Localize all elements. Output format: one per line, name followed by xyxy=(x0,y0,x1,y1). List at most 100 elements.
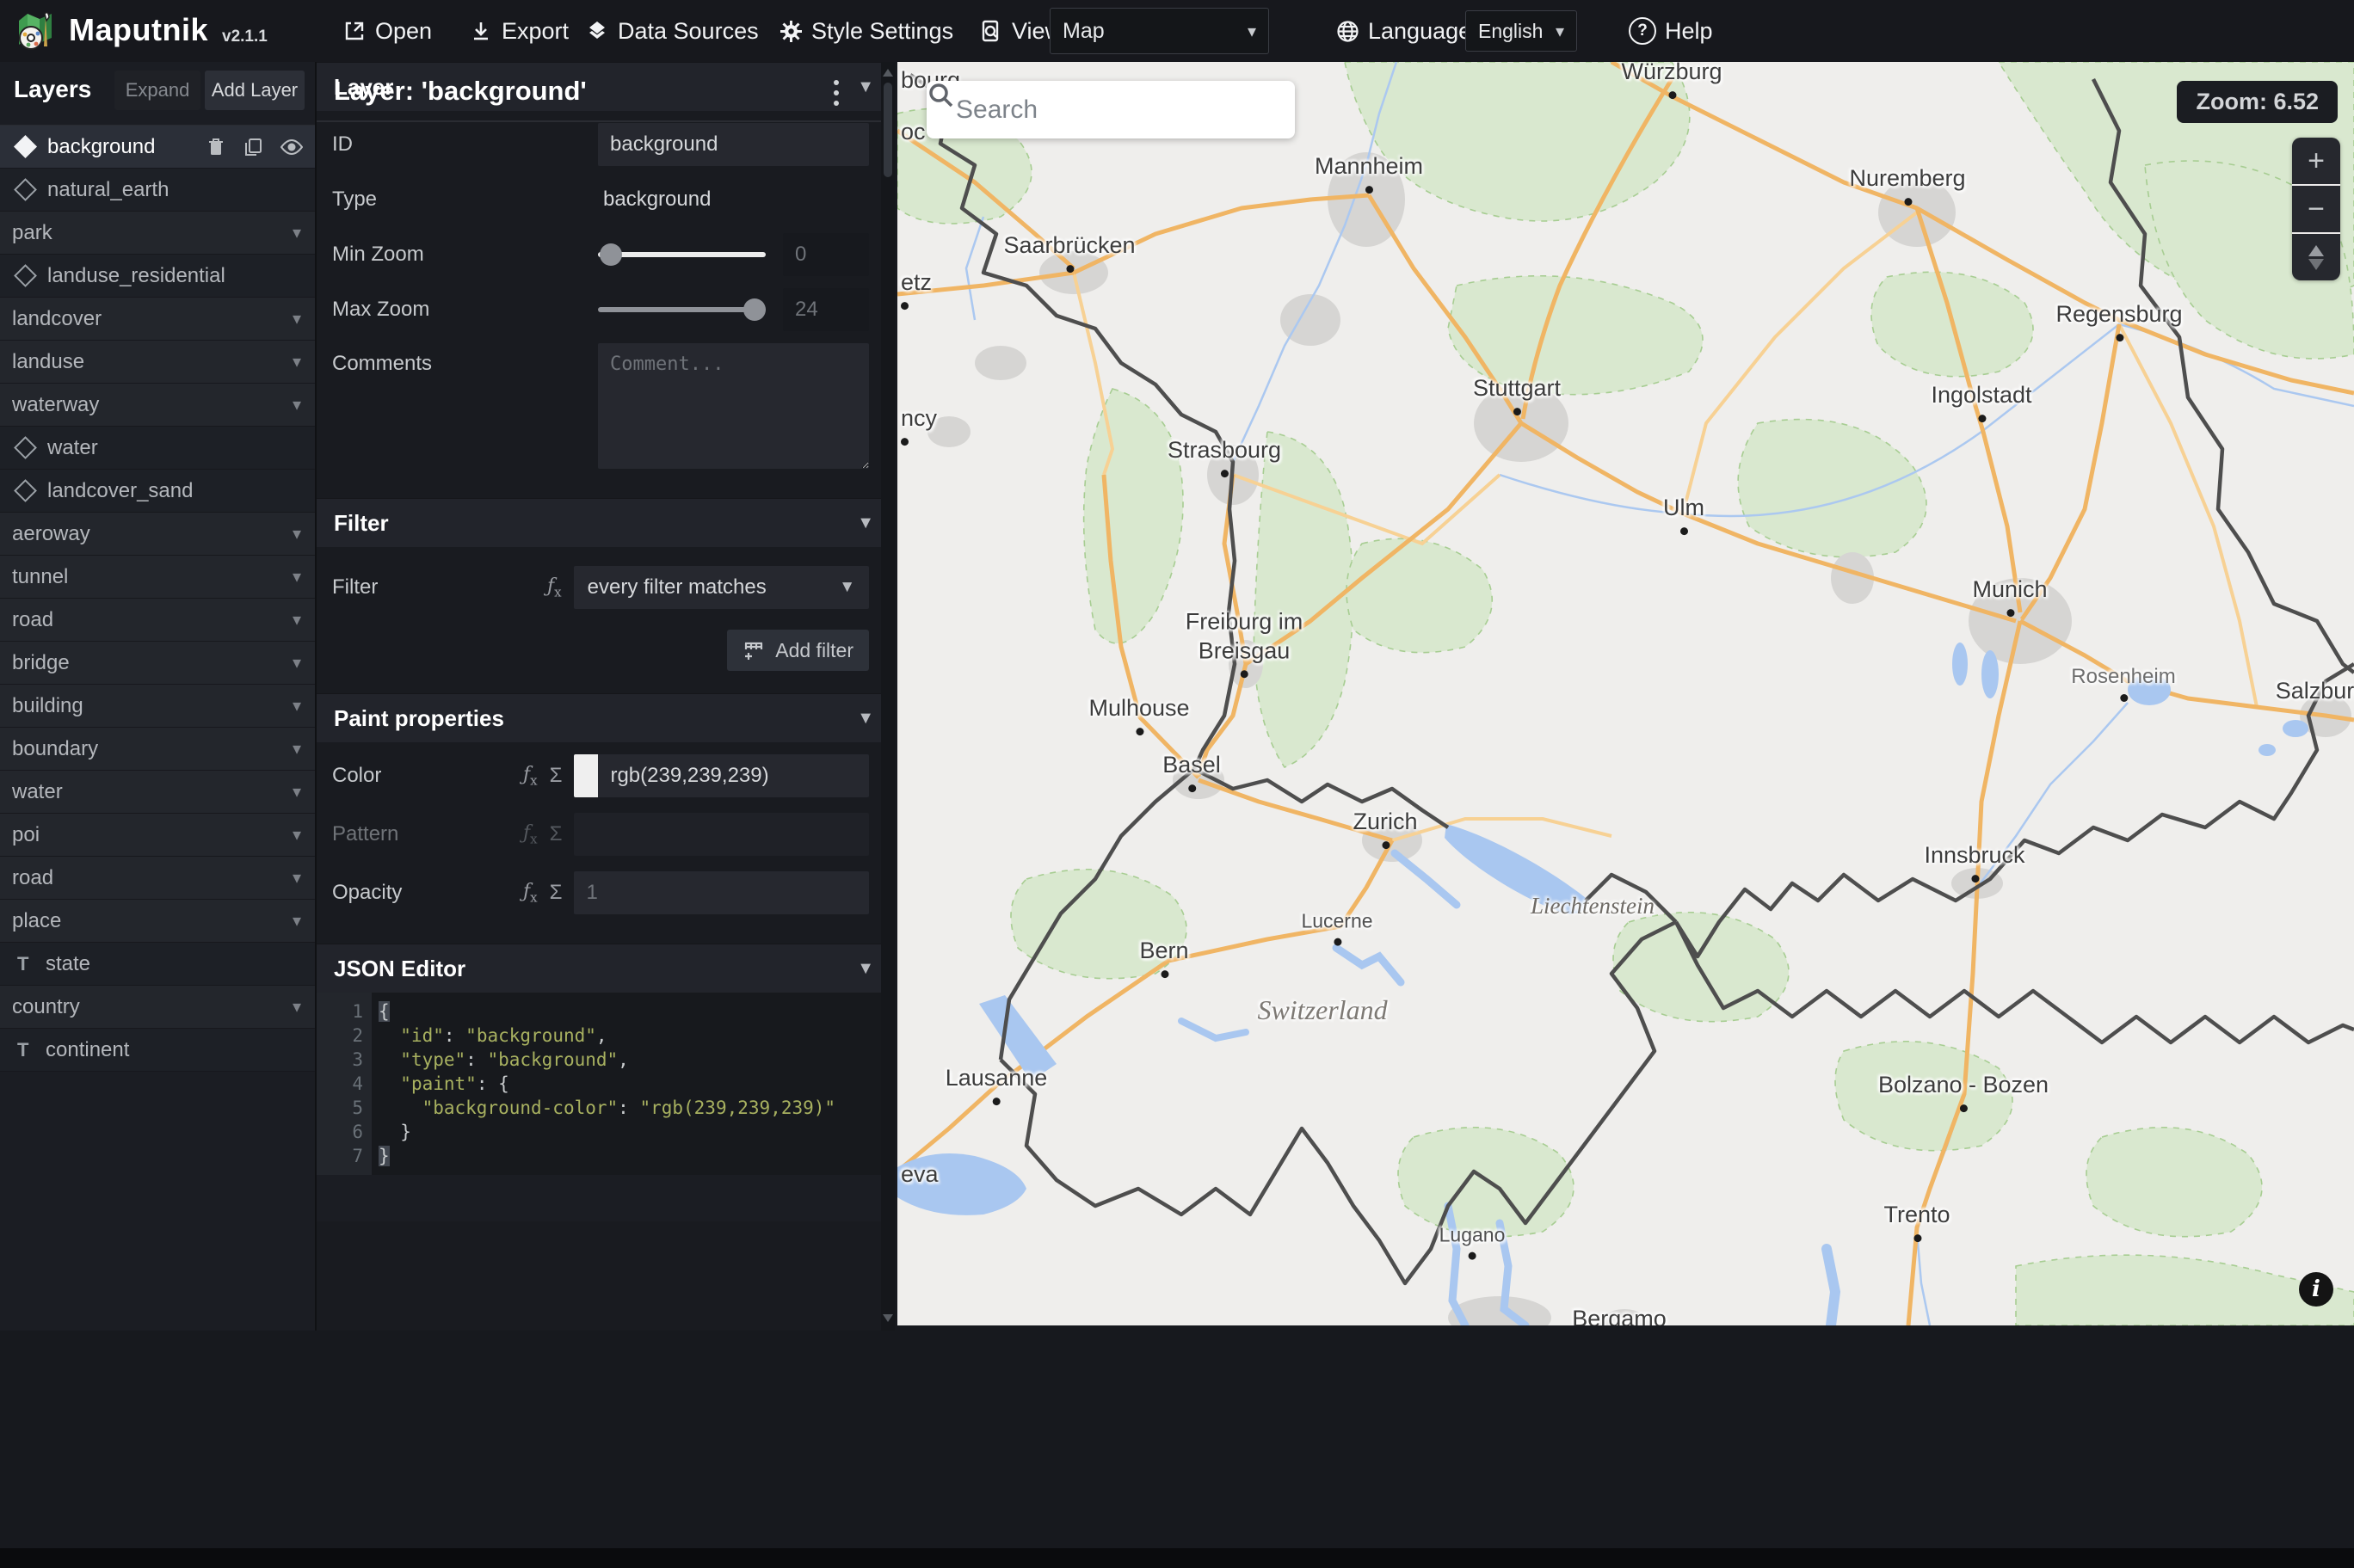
sidebar-item-tunnel[interactable]: tunnel ▾ xyxy=(0,556,315,599)
fx-icon[interactable]: ƒx xyxy=(523,881,538,905)
chevron-down-icon: ▾ xyxy=(292,310,301,329)
min-zoom-value[interactable]: 0 xyxy=(783,233,869,276)
sidebar-item-water[interactable]: water ▾ xyxy=(0,771,315,814)
map-search[interactable] xyxy=(927,81,1295,138)
map-label: eva xyxy=(901,1161,939,1188)
city-dot-icon xyxy=(1978,414,1986,422)
data-sources-button[interactable]: Data Sources xyxy=(585,0,759,62)
style-settings-button[interactable]: Style Settings xyxy=(779,0,953,62)
map-canvas[interactable]: bourg oc Würzburg Mannheim Nuremberg Saarbrüc… xyxy=(897,62,2354,1325)
sidebar-item-water[interactable]: water xyxy=(0,427,315,470)
fx-icon[interactable]: ƒx xyxy=(523,764,538,788)
type-label: Type xyxy=(332,188,378,211)
sigma-icon[interactable]: Σ xyxy=(550,881,563,905)
sort-arrows-icon xyxy=(2308,244,2324,270)
search-input[interactable] xyxy=(954,94,1295,126)
section-filter-header[interactable]: Filter ▼ xyxy=(317,498,895,547)
language-select-value: English xyxy=(1478,19,1544,42)
help-button[interactable]: ? Help xyxy=(1629,0,1713,62)
max-zoom-slider[interactable] xyxy=(598,298,766,321)
color-swatch[interactable] xyxy=(574,754,599,797)
city-dot-icon xyxy=(2115,333,2123,341)
max-zoom-value[interactable]: 24 xyxy=(783,288,869,331)
json-code-line[interactable]: } xyxy=(379,1144,895,1168)
layers-title: Layers xyxy=(14,76,92,102)
color-label: Color xyxy=(332,764,382,787)
filter-label: Filter xyxy=(332,575,379,599)
sidebar-item-place[interactable]: place ▾ xyxy=(0,900,315,943)
sidebar-item-continent[interactable]: Tcontinent xyxy=(0,1029,315,1072)
type-value: background xyxy=(603,188,712,211)
attribution-info-button[interactable]: i xyxy=(2299,1272,2333,1307)
open-icon xyxy=(342,19,367,43)
scrollbar-thumb[interactable] xyxy=(884,83,892,177)
map-label: ncy xyxy=(901,404,937,446)
sidebar-item-landuse_residential[interactable]: landuse_residential xyxy=(0,255,315,298)
sidebar-item-country[interactable]: country ▾ xyxy=(0,986,315,1029)
json-code-line[interactable]: "id": "background", xyxy=(379,1024,895,1048)
scroll-up-icon[interactable] xyxy=(883,69,893,77)
scroll-down-icon[interactable] xyxy=(883,1314,893,1322)
sidebar-item-natural_earth[interactable]: natural_earth xyxy=(0,169,315,212)
open-button[interactable]: Open xyxy=(342,0,432,62)
city-dot-icon xyxy=(1135,727,1143,735)
sidebar-item-background[interactable]: background xyxy=(0,126,315,169)
language-menu[interactable]: Language xyxy=(1335,0,1471,62)
layer-label: road xyxy=(12,865,54,889)
app-title: Maputnik xyxy=(69,12,208,47)
json-code-line[interactable]: { xyxy=(379,999,895,1024)
comments-field[interactable] xyxy=(598,343,869,469)
sidebar-item-poi[interactable]: poi ▾ xyxy=(0,814,315,857)
sidebar-item-landcover[interactable]: landcover ▾ xyxy=(0,298,315,341)
sidebar-item-waterway[interactable]: waterway ▾ xyxy=(0,384,315,427)
zoom-out-button[interactable]: − xyxy=(2292,186,2340,234)
sidebar-item-road[interactable]: road ▾ xyxy=(0,857,315,900)
duplicate-layer-icon[interactable] xyxy=(243,137,263,157)
min-zoom-slider[interactable] xyxy=(598,243,766,266)
map-label: Stuttgart xyxy=(1473,374,1561,415)
layer-label: state xyxy=(46,951,91,975)
expand-button[interactable]: Expand xyxy=(114,71,200,110)
compass-button[interactable] xyxy=(2292,234,2340,280)
json-code-line[interactable]: "background-color": "rgb(239,239,239)" xyxy=(379,1096,895,1120)
language-select[interactable]: English ▾ xyxy=(1465,0,1577,62)
delete-layer-icon[interactable] xyxy=(206,137,225,157)
export-button[interactable]: Export xyxy=(469,0,569,62)
sidebar-item-road[interactable]: road ▾ xyxy=(0,599,315,642)
add-filter-button[interactable]: Add filter xyxy=(727,630,869,671)
json-code-line[interactable]: "paint": { xyxy=(379,1072,895,1096)
view-select[interactable]: Map ▾ xyxy=(1050,0,1269,62)
sidebar-item-aeroway[interactable]: aeroway ▾ xyxy=(0,513,315,556)
filter-combiner-select[interactable]: every filter matches ▼ xyxy=(573,566,869,609)
kebab-menu-icon[interactable] xyxy=(821,76,852,110)
sidebar-item-boundary[interactable]: boundary ▾ xyxy=(0,728,315,771)
json-code-line[interactable]: "type": "background", xyxy=(379,1048,895,1072)
editor-scrollbar[interactable] xyxy=(881,62,895,1331)
gear-icon xyxy=(779,19,803,43)
sidebar-item-landuse[interactable]: landuse ▾ xyxy=(0,341,315,384)
fx-icon[interactable]: ƒx xyxy=(547,575,562,600)
sigma-icon[interactable]: Σ xyxy=(550,764,563,788)
sidebar-item-state[interactable]: Tstate xyxy=(0,943,315,986)
layer-label: road xyxy=(12,607,54,631)
sidebar-item-park[interactable]: park ▾ xyxy=(0,212,315,255)
sidebar-item-landcover_sand[interactable]: landcover_sand xyxy=(0,470,315,513)
opacity-field[interactable] xyxy=(574,871,869,914)
open-label: Open xyxy=(375,17,433,44)
sidebar-item-building[interactable]: building ▾ xyxy=(0,685,315,728)
id-field[interactable] xyxy=(598,123,869,166)
sidebar-item-bridge[interactable]: bridge ▾ xyxy=(0,642,315,685)
chevron-down-icon: ▾ xyxy=(292,869,301,888)
json-code-lines[interactable]: { "id": "background", "type": "backgroun… xyxy=(372,993,895,1175)
add-layer-button[interactable]: Add Layer xyxy=(205,71,305,110)
chevron-down-icon: ▾ xyxy=(292,611,301,630)
city-dot-icon xyxy=(1187,784,1196,792)
section-json-header[interactable]: JSON Editor ▼ xyxy=(317,944,895,993)
json-editor[interactable]: 1234567 { "id": "background", "type": "b… xyxy=(317,993,895,1175)
section-paint-header[interactable]: Paint properties ▼ xyxy=(317,693,895,742)
zoom-in-button[interactable]: + xyxy=(2292,138,2340,186)
visibility-eye-icon[interactable] xyxy=(280,138,303,156)
color-field[interactable] xyxy=(598,754,869,797)
editor-empty-area xyxy=(317,1221,895,1331)
json-code-line[interactable]: } xyxy=(379,1120,895,1144)
